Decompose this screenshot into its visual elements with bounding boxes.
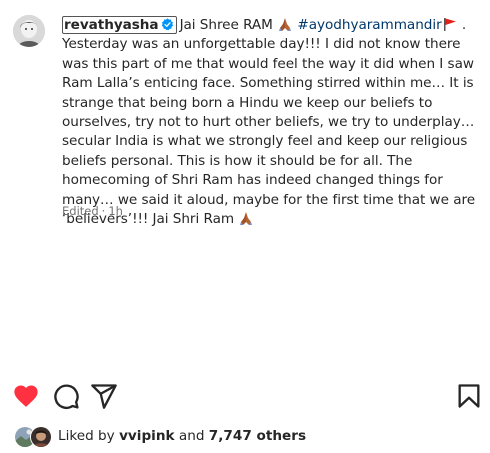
liker-avatar-image-2 [31, 427, 51, 447]
heart-filled-icon [14, 385, 38, 407]
post-caption: revathyasha Jai Shree RAM #ayodhyarammand… [62, 16, 476, 228]
author-avatar[interactable] [13, 15, 45, 47]
comment-bubble-icon [54, 384, 79, 409]
others-count-link[interactable]: 7,747 others [209, 428, 306, 444]
paper-plane-icon [91, 384, 117, 409]
red-flag-emoji [443, 18, 456, 31]
likes-summary: Liked by vvipink and 7,747 others [58, 428, 306, 444]
folded-hands-emoji-end [240, 212, 253, 226]
liker-avatar-2 [30, 426, 52, 448]
username[interactable]: revathyasha [64, 17, 159, 33]
bookmark-icon [458, 384, 480, 408]
caption-body: Yesterday was an unforgettable day!!! I … [62, 36, 476, 228]
timestamp[interactable]: 1h [108, 204, 123, 218]
verified-badge-icon [161, 18, 173, 31]
likes-connector: and [178, 428, 205, 444]
action-bar [0, 378, 490, 412]
hashtag-link[interactable]: #ayodhyarammandir [297, 17, 441, 33]
liker-avatars[interactable] [14, 425, 54, 448]
edited-label: Edited [62, 204, 99, 218]
share-button[interactable] [90, 382, 118, 410]
like-button[interactable] [12, 382, 40, 410]
folded-hands-emoji [279, 18, 292, 31]
post-meta: Edited · 1h [62, 204, 123, 218]
meta-separator: · [101, 204, 106, 218]
save-button[interactable] [455, 382, 483, 410]
likes-row: Liked by vvipink and 7,747 others [14, 425, 484, 448]
comment-button[interactable] [52, 382, 80, 410]
username-link[interactable]: revathyasha [62, 16, 177, 34]
post-container: revathyasha Jai Shree RAM #ayodhyarammand… [0, 0, 490, 453]
liker-username[interactable]: vvipink [119, 428, 175, 444]
avatar-image [13, 15, 45, 47]
caption-head: Jai Shree RAM [179, 17, 273, 33]
liked-by-label: Liked by [58, 428, 115, 444]
